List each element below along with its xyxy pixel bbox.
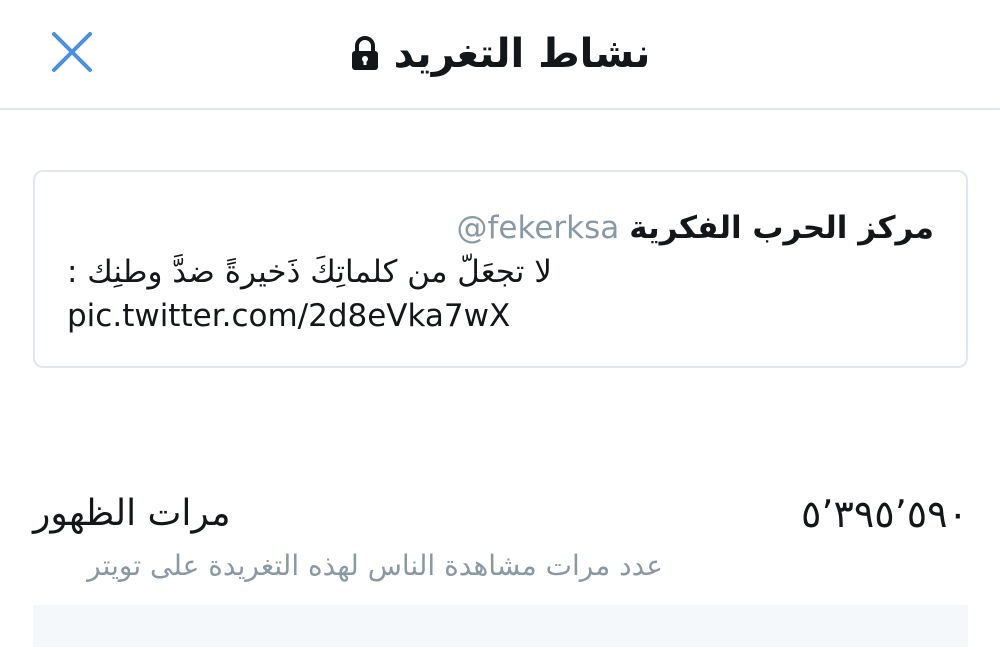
- header-bar: نشاط التغريد: [0, 0, 1000, 110]
- tweet-activity-page: نشاط التغريد @fekerksa مركز الحرب الفكري…: [0, 0, 1000, 656]
- tweet-author-name[interactable]: مركز الحرب الفكرية: [629, 206, 934, 250]
- impressions-row: مرات الظهور ٥٬٣٩٥٬٥٩٠: [33, 486, 968, 542]
- tweet-text-line: لا تجعَلّ من كلماتِكَ ذَخيرةً ضدَّ وطنِك…: [67, 250, 934, 294]
- next-metric-bar: [33, 605, 968, 647]
- tweet-text: لا تجعَلّ من كلماتِكَ ذَخيرةً ضدَّ وطنِك…: [67, 254, 552, 290]
- tweet-handle[interactable]: @fekerksa: [457, 206, 620, 250]
- page-title: نشاط التغريد: [393, 31, 651, 77]
- lock-icon: [351, 36, 378, 70]
- tweet-author-line: @fekerksa مركز الحرب الفكرية: [67, 206, 935, 250]
- impressions-value: ٥٬٣٩٥٬٥٩٠: [800, 492, 968, 536]
- page-title-group: نشاط التغريد: [0, 26, 1000, 82]
- tweet-media-link[interactable]: pic.twitter.com/2d8eVka7wX: [67, 294, 934, 338]
- impressions-label: مرات الظهور: [33, 493, 231, 534]
- impressions-description: عدد مرات مشاهدة الناس لهذه التغريدة على …: [87, 549, 663, 582]
- tweet-card[interactable]: @fekerksa مركز الحرب الفكرية لا تجعَلّ م…: [33, 170, 968, 368]
